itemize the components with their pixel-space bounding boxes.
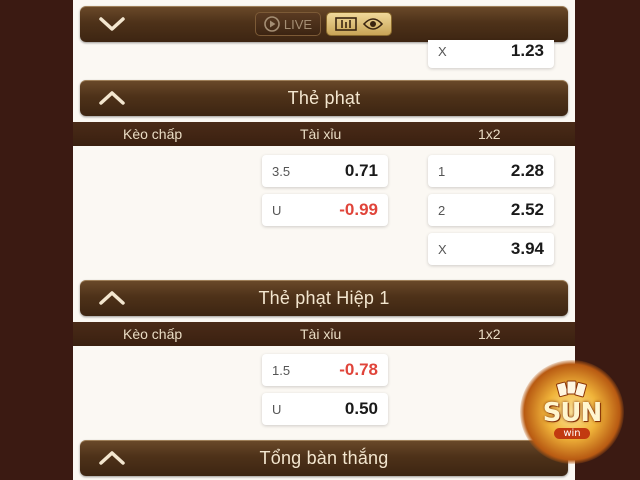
chevron-down-icon[interactable] [98, 15, 126, 33]
logo-subtext: win [554, 428, 590, 439]
odds-cell-under[interactable]: U 0.50 [262, 393, 388, 425]
stats-view-button[interactable] [326, 12, 392, 36]
odds-label: U [272, 203, 282, 218]
left-background [0, 0, 73, 480]
play-icon [264, 16, 280, 32]
odds-value: 1.23 [510, 41, 544, 60]
section-header-tong-ban-thang[interactable]: Tổng bàn thắng [80, 440, 568, 476]
column-tai-xiu: Tài xỉu [300, 126, 342, 142]
odds-value: 2.52 [510, 200, 544, 219]
odds-cell-2[interactable]: 2 2.52 [428, 194, 554, 226]
chevron-up-icon [99, 451, 125, 465]
column-keo-chap: Kèo chấp [123, 126, 183, 142]
odds-label: X [438, 44, 447, 59]
section-title: Tổng bàn thắng [259, 447, 389, 468]
column-tai-xiu: Tài xỉu [300, 326, 342, 342]
top-toolbar [80, 6, 568, 42]
live-label: LIVE [283, 16, 313, 32]
column-1x2: 1x2 [478, 126, 501, 142]
odds-value: -0.78 [339, 360, 378, 379]
chevron-up-icon [99, 291, 125, 305]
column-headers: Kèo chấp Tài xỉu 1x2 [73, 322, 575, 346]
odds-cell-x[interactable]: X 3.94 [428, 233, 554, 265]
column-headers: Kèo chấp Tài xỉu 1x2 [73, 122, 575, 146]
column-1x2: 1x2 [478, 326, 501, 342]
odds-cell-under[interactable]: U -0.99 [262, 194, 388, 226]
odds-value: 0.50 [344, 399, 378, 418]
odds-value: 3.94 [510, 239, 544, 258]
odds-value: -0.99 [339, 200, 378, 219]
odds-cell-1[interactable]: 1 2.28 [428, 155, 554, 187]
playing-cards-icon [556, 380, 587, 398]
column-keo-chap: Kèo chấp [123, 326, 183, 342]
odds-cell-over[interactable]: 3.5 0.71 [262, 155, 388, 187]
logo-text: SUN [542, 398, 603, 428]
odds-label: U [272, 402, 282, 417]
chevron-up-icon [99, 91, 125, 105]
section-header-the-phat[interactable]: Thẻ phạt [80, 80, 568, 116]
odds-label: 1.5 [272, 363, 291, 378]
odds-label: X [438, 242, 447, 257]
odds-label: 1 [438, 164, 446, 179]
odds-value: 0.71 [344, 161, 378, 180]
odds-value: 2.28 [510, 161, 544, 180]
odds-label: 2 [438, 203, 446, 218]
odds-cell-over[interactable]: 1.5 -0.78 [262, 354, 388, 386]
section-title: Thẻ phạt Hiệp 1 [258, 287, 390, 308]
odds-label: 3.5 [272, 164, 291, 179]
eye-icon [363, 18, 383, 30]
odds-cell-x-partial[interactable]: X 1.23 [428, 40, 554, 68]
live-button[interactable]: LIVE [255, 12, 321, 36]
section-title: Thẻ phạt [287, 87, 361, 108]
stats-icon [335, 17, 357, 31]
section-header-the-phat-hiep-1[interactable]: Thẻ phạt Hiệp 1 [80, 280, 568, 316]
sunwin-logo: SUN win [520, 360, 624, 464]
